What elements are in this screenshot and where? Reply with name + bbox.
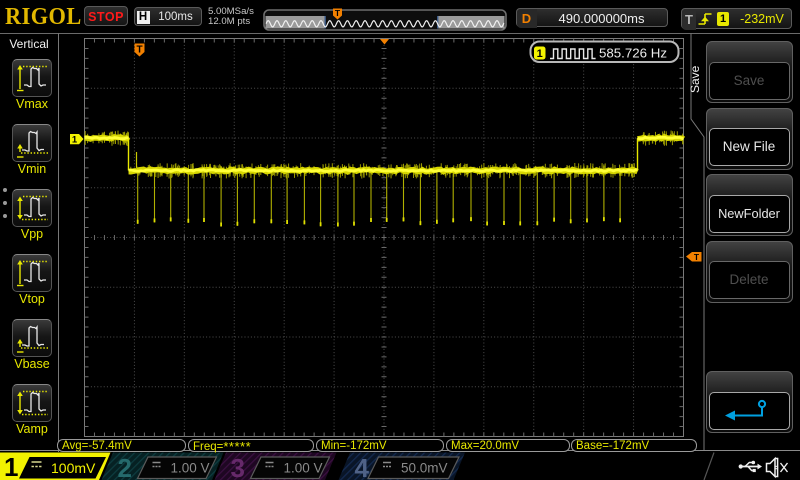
svg-text:2: 2 <box>118 453 132 480</box>
svg-text:1.00 V: 1.00 V <box>284 461 323 476</box>
svg-text:1: 1 <box>72 135 78 146</box>
svg-text:3: 3 <box>231 453 245 480</box>
svg-text:50.0mV: 50.0mV <box>401 461 448 476</box>
svg-text:T: T <box>136 45 142 56</box>
svg-text:100mV: 100mV <box>51 460 96 476</box>
svg-text:585.726 Hz: 585.726 Hz <box>599 47 667 61</box>
svg-text:4: 4 <box>355 453 370 480</box>
svg-text:1: 1 <box>4 452 18 480</box>
svg-text:1.00 V: 1.00 V <box>171 461 210 476</box>
svg-text:1: 1 <box>537 48 543 60</box>
